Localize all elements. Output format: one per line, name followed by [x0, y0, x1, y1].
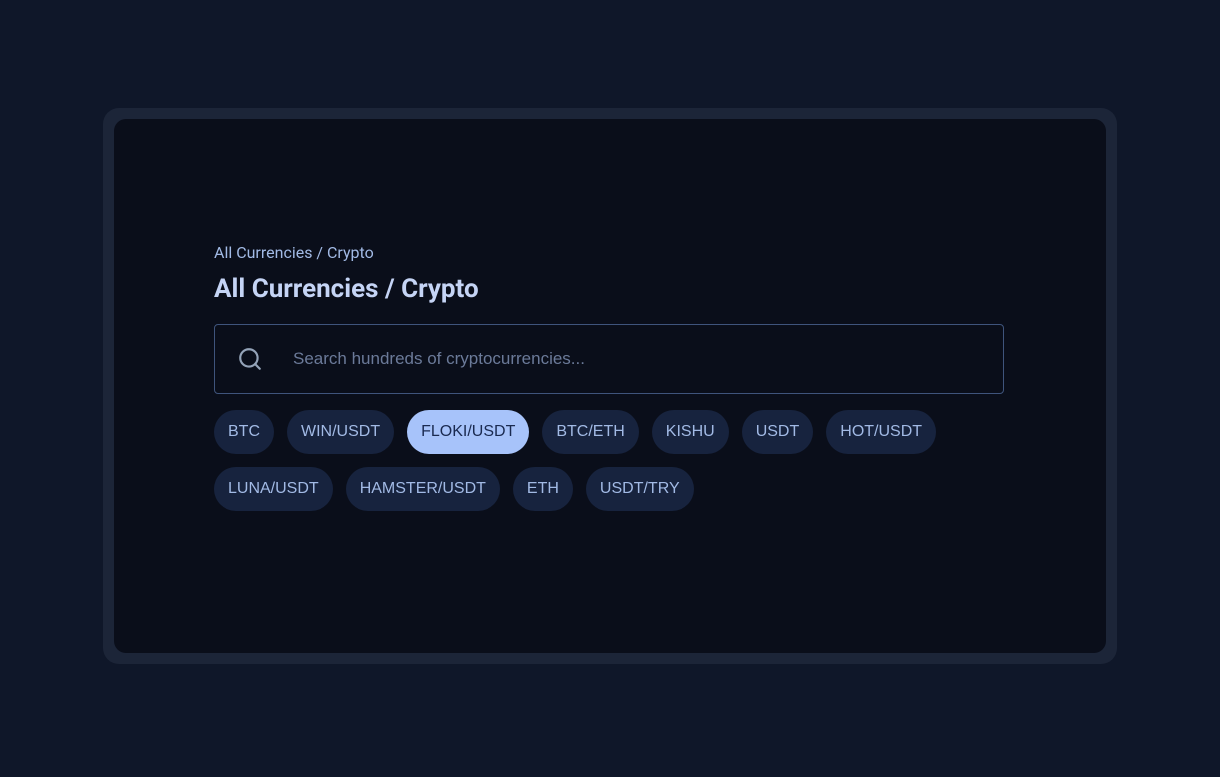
- chip-btc[interactable]: BTC: [214, 410, 274, 454]
- chip-kishu[interactable]: KISHU: [652, 410, 729, 454]
- page-title: All Currencies / Crypto: [214, 274, 1006, 304]
- search-input[interactable]: [293, 349, 981, 369]
- breadcrumb[interactable]: All Currencies / Crypto: [214, 243, 1006, 262]
- chip-luna-usdt[interactable]: LUNA/USDT: [214, 467, 333, 511]
- search-wrapper[interactable]: [214, 324, 1004, 394]
- chip-eth[interactable]: ETH: [513, 467, 573, 511]
- chip-win-usdt[interactable]: WIN/USDT: [287, 410, 394, 454]
- chip-hot-usdt[interactable]: HOT/USDT: [826, 410, 936, 454]
- chip-floki-usdt[interactable]: FLOKI/USDT: [407, 410, 529, 454]
- chip-usdt-try[interactable]: USDT/TRY: [586, 467, 694, 511]
- search-icon: [237, 346, 263, 372]
- card-inner: All Currencies / Crypto All Currencies /…: [114, 119, 1106, 653]
- card-outer: All Currencies / Crypto All Currencies /…: [103, 108, 1117, 664]
- chip-hamster-usdt[interactable]: HAMSTER/USDT: [346, 467, 500, 511]
- chips-container: BTC WIN/USDT FLOKI/USDT BTC/ETH KISHU USDT HOT…: [214, 410, 1004, 511]
- chip-btc-eth[interactable]: BTC/ETH: [542, 410, 638, 454]
- chip-usdt[interactable]: USDT: [742, 410, 814, 454]
